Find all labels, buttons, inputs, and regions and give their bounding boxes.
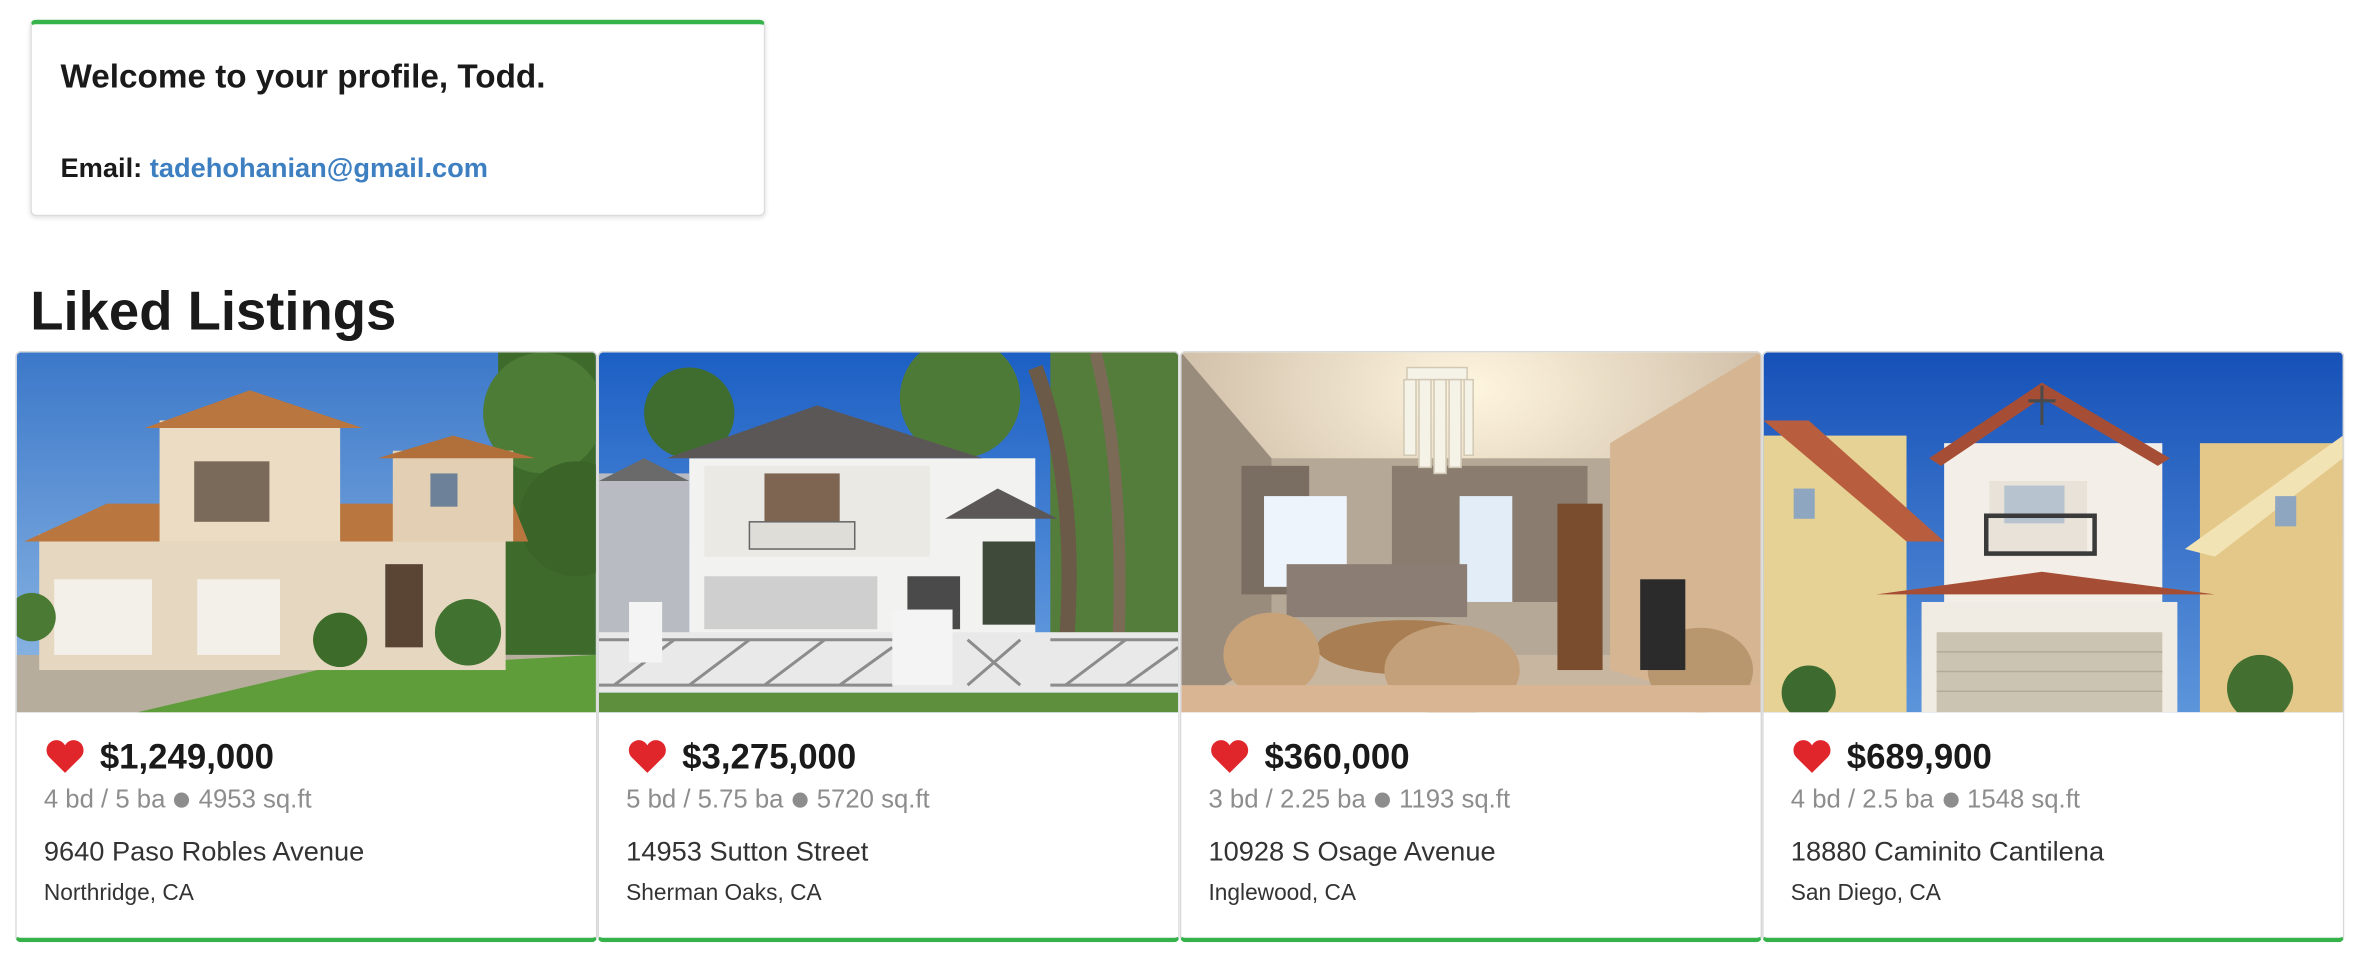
email-line: Email: tadehohanian@gmail.com (61, 151, 736, 184)
listing-price: $3,275,000 (682, 735, 857, 776)
listing-photo[interactable] (598, 352, 1179, 713)
listing-specs: 4 bd / 5 ba 4953 sq.ft (43, 784, 312, 814)
listing-specs: 5 bd / 5.75 ba 5720 sq.ft (626, 784, 930, 814)
listing-sqft: 4953 sq.ft (198, 784, 312, 814)
listing-info: $360,000 3 bd / 2.25 ba 1193 sq.ft 10928 … (1181, 712, 1760, 909)
heart-icon[interactable] (45, 738, 84, 774)
listing-street: 9640 Paso Robles Avenue (43, 836, 365, 867)
liked-listings-title: Liked Listings (30, 279, 397, 342)
listing-specs: 3 bd / 2.25 ba 1193 sq.ft (1208, 784, 1511, 814)
listing-sqft: 5720 sq.ft (816, 784, 930, 814)
listing-card[interactable]: $689,900 4 bd / 2.5 ba 1548 sq.ft 18880 C… (1762, 350, 2345, 943)
listing-card[interactable]: $1,249,000 4 bd / 5 ba 4953 sq.ft 9640 Pa… (15, 350, 598, 943)
listing-city: San Diego, CA (1790, 880, 1941, 906)
separator-dot (1374, 792, 1390, 808)
listing-street: 14953 Sutton Street (626, 836, 869, 867)
liked-listings: $1,249,000 4 bd / 5 ba 4953 sq.ft 9640 Pa… (15, 350, 2345, 943)
listing-specs: 4 bd / 2.5 ba 1548 sq.ft (1790, 784, 2080, 814)
heart-icon[interactable] (1210, 738, 1249, 774)
listing-baths: 5 ba (115, 784, 166, 814)
listing-card[interactable]: $3,275,000 5 bd / 5.75 ba 5720 sq.ft 1495… (597, 350, 1180, 943)
listing-beds: 4 bd (1790, 784, 1841, 814)
listing-price: $360,000 (1264, 735, 1410, 776)
email-link[interactable]: tadehohanian@gmail.com (150, 153, 488, 183)
listing-photo[interactable] (16, 352, 596, 713)
listing-info: $1,249,000 4 bd / 5 ba 4953 sq.ft 9640 Pa… (17, 712, 596, 909)
price-row: $360,000 (1208, 734, 1733, 779)
page: Welcome to your profile, Todd. Email: ta… (0, 0, 2364, 968)
email-label: Email: (60, 152, 143, 184)
profile-card: Welcome to your profile, Todd. Email: ta… (30, 19, 766, 217)
listing-street: 10928 S Osage Avenue (1208, 836, 1496, 867)
listing-beds: 5 bd (626, 784, 677, 814)
listing-beds: 3 bd (1208, 784, 1259, 814)
listing-price: $1,249,000 (99, 735, 274, 776)
welcome-heading: Welcome to your profile, Todd. (60, 57, 546, 96)
listing-info: $3,275,000 5 bd / 5.75 ba 5720 sq.ft 1495… (599, 712, 1178, 909)
price-row: $689,900 (1791, 734, 2316, 779)
listing-city: Inglewood, CA (1208, 880, 1357, 906)
heart-icon[interactable] (628, 738, 667, 774)
listing-sqft: 1193 sq.ft (1399, 784, 1511, 814)
listing-price: $689,900 (1846, 735, 1992, 776)
listing-city: Northridge, CA (43, 880, 194, 906)
listing-photo[interactable] (1181, 352, 1761, 713)
listing-street: 18880 Caminito Cantilena (1790, 836, 2105, 867)
listing-info: $689,900 4 bd / 2.5 ba 1548 sq.ft 18880 C… (1764, 712, 2343, 909)
listing-sqft: 1548 sq.ft (1967, 784, 2080, 814)
listing-card[interactable]: $360,000 3 bd / 2.25 ba 1193 sq.ft 10928 … (1179, 350, 1763, 943)
price-row: $3,275,000 (626, 734, 1151, 779)
listing-beds: 4 bd (43, 784, 94, 814)
listing-photo[interactable] (1763, 352, 2343, 713)
heart-icon[interactable] (1792, 738, 1831, 774)
listing-baths: 2.25 ba (1279, 784, 1366, 814)
listing-baths: 2.5 ba (1862, 784, 1934, 814)
separator-dot (174, 792, 190, 808)
listing-baths: 5.75 ba (697, 784, 784, 814)
separator-dot (1942, 792, 1958, 808)
separator-dot (792, 792, 808, 808)
price-row: $1,249,000 (44, 734, 569, 779)
listing-city: Sherman Oaks, CA (626, 880, 822, 906)
profile-page: Welcome to your profile, Todd. Email: ta… (0, 0, 2360, 968)
